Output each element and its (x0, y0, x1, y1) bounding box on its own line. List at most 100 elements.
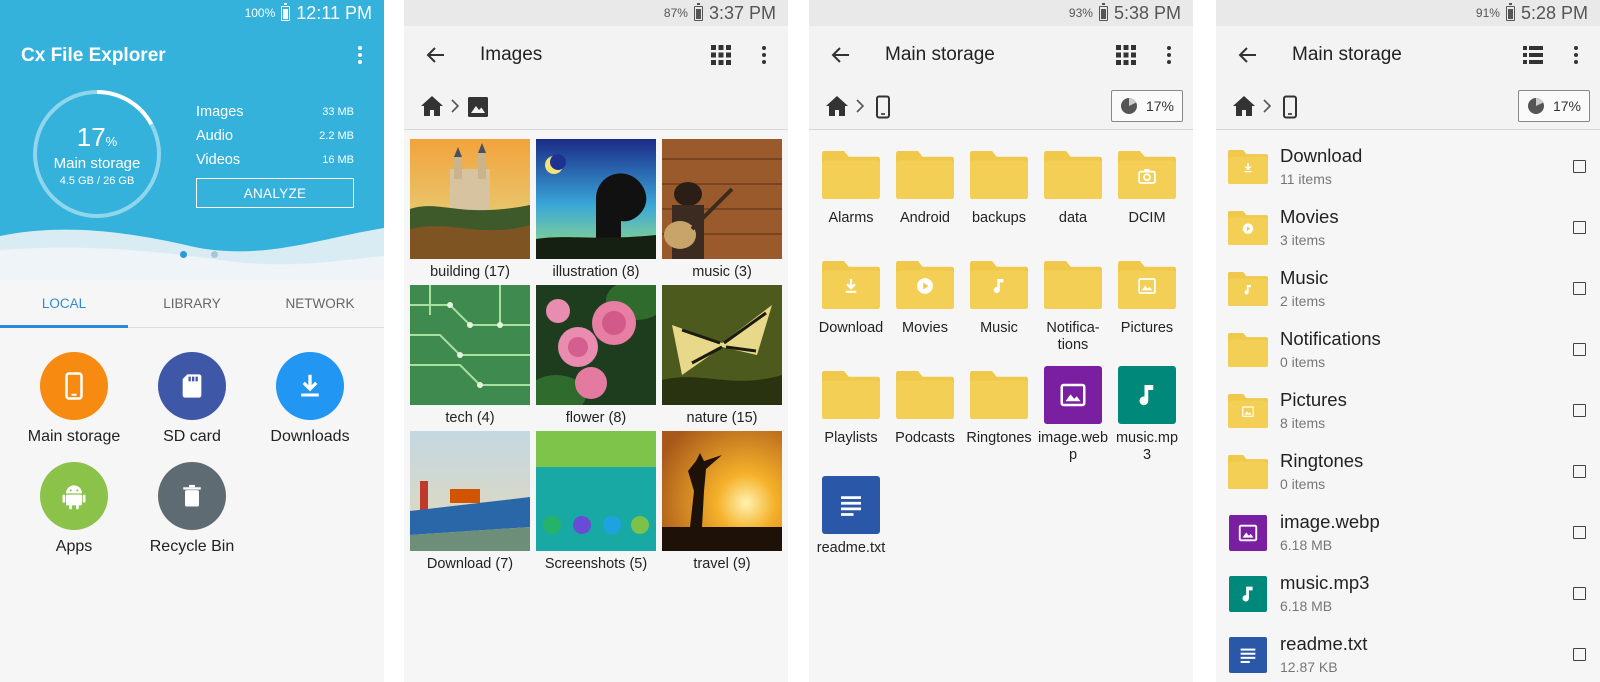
battery-charging-icon (1098, 2, 1108, 21)
analyze-button[interactable]: ANALYZE (196, 178, 354, 208)
album-tile[interactable]: nature (15) (662, 285, 782, 426)
usage-percent: 17% (1552, 98, 1582, 114)
home-icon[interactable] (825, 95, 849, 117)
folder-item[interactable]: Download (811, 256, 891, 337)
folder-icon (822, 146, 880, 204)
album-tile[interactable]: tech (4) (410, 285, 530, 426)
select-checkbox[interactable] (1573, 221, 1586, 234)
album-tile[interactable]: Screenshots (5) (536, 431, 656, 572)
page-dot[interactable] (211, 251, 218, 258)
folder-row[interactable]: Music 2 items (1216, 258, 1600, 319)
storage-usage-chip[interactable]: 17% (1111, 90, 1183, 122)
item-label: readme.txt (816, 540, 886, 556)
shortcut-sd-card[interactable]: SD card (127, 352, 257, 446)
image-icon[interactable] (466, 95, 490, 119)
folder-item[interactable]: Music (959, 256, 1039, 337)
album-caption: Download (7) (426, 556, 514, 572)
folder-item[interactable]: data (1033, 146, 1113, 227)
folder-row[interactable]: Download 11 items (1216, 136, 1600, 197)
item-label: Download (818, 320, 884, 336)
select-checkbox[interactable] (1573, 282, 1586, 295)
shortcut-label: Apps (55, 538, 93, 555)
folder-item[interactable]: backups (959, 146, 1039, 227)
storage-usage-chip[interactable]: 17% (1518, 90, 1590, 122)
phone-icon (40, 352, 108, 420)
tab-network[interactable]: NETWORK (256, 280, 384, 327)
back-arrow-icon[interactable] (829, 43, 853, 67)
select-checkbox[interactable] (1573, 648, 1586, 661)
back-arrow-icon[interactable] (424, 43, 448, 67)
storage-name: Main storage (53, 154, 141, 172)
album-tile[interactable]: music (3) (662, 139, 782, 280)
overflow-menu-icon[interactable] (754, 43, 774, 67)
file-item[interactable]: image.web p (1033, 366, 1113, 464)
album-tile[interactable]: building (17) (410, 139, 530, 280)
page-dot-active[interactable] (180, 251, 187, 258)
tab-local[interactable]: LOCAL (0, 280, 128, 328)
grid-view-icon[interactable] (1115, 44, 1137, 66)
album-tile[interactable]: travel (9) (662, 431, 782, 572)
overflow-menu-icon[interactable] (1159, 43, 1179, 67)
status-time: 5:38 PM (1113, 2, 1181, 23)
file-row[interactable]: image.webp 6.18 MB (1216, 502, 1600, 563)
overflow-menu-icon[interactable] (350, 43, 370, 67)
shortcut-downloads[interactable]: Downloads (245, 352, 375, 446)
item-label: backups (971, 210, 1026, 226)
item-label: data (1058, 210, 1088, 226)
android-icon (40, 462, 108, 530)
folder-icon (1118, 256, 1176, 314)
home-icon[interactable] (1232, 95, 1256, 117)
folder-icon (1228, 149, 1268, 185)
overflow-menu-icon[interactable] (1566, 43, 1586, 67)
app-title: Cx File Explorer (21, 45, 166, 66)
item-label: DCIM (1128, 210, 1166, 226)
select-checkbox[interactable] (1573, 404, 1586, 417)
folder-item[interactable]: DCIM (1107, 146, 1187, 227)
album-tile[interactable]: illustration (8) (536, 139, 656, 280)
folder-item[interactable]: Android (885, 146, 965, 227)
source-tabs: LOCAL LIBRARY NETWORK (0, 280, 384, 328)
shortcut-label: Main storage (27, 428, 121, 445)
list-view-icon[interactable] (1522, 44, 1544, 66)
select-checkbox[interactable] (1573, 465, 1586, 478)
folder-item[interactable]: Notifica- tions (1033, 256, 1113, 354)
tab-library[interactable]: LIBRARY (128, 280, 256, 327)
shortcut-main-storage[interactable]: Main storage (9, 352, 139, 446)
folder-icon (1228, 393, 1268, 429)
select-checkbox[interactable] (1573, 587, 1586, 600)
folder-item[interactable]: Podcasts (885, 366, 965, 447)
folder-item[interactable]: Ringtones (959, 366, 1039, 447)
status-bar: 91% 5:28 PM (1216, 0, 1600, 26)
folder-item[interactable]: Alarms (811, 146, 891, 227)
stat-row: Images 33 MB (196, 104, 354, 120)
image-icon (1228, 515, 1268, 551)
usage-percent: 17% (1145, 98, 1175, 114)
item-name: music.mp3 (1280, 572, 1370, 593)
file-item[interactable]: music.mp 3 (1107, 366, 1187, 464)
select-checkbox[interactable] (1573, 526, 1586, 539)
folder-item[interactable]: Playlists (811, 366, 891, 447)
music-note-icon (1118, 366, 1176, 424)
file-row[interactable]: music.mp3 6.18 MB (1216, 563, 1600, 624)
select-checkbox[interactable] (1573, 160, 1586, 173)
shortcut-apps[interactable]: Apps (9, 462, 139, 556)
file-row[interactable]: readme.txt 12.87 KB (1216, 624, 1600, 682)
folder-item[interactable]: Movies (885, 256, 965, 337)
select-checkbox[interactable] (1573, 343, 1586, 356)
album-tile[interactable]: Download (7) (410, 431, 530, 572)
grid-view-icon[interactable] (710, 44, 732, 66)
album-tile[interactable]: flower (8) (536, 285, 656, 426)
back-arrow-icon[interactable] (1236, 43, 1260, 67)
phone-icon[interactable] (1278, 95, 1302, 119)
folder-icon (896, 256, 954, 314)
file-item[interactable]: readme.txt (811, 476, 891, 557)
shortcut-label: Recycle Bin (149, 538, 235, 555)
shortcut-recycle-bin[interactable]: Recycle Bin (127, 462, 257, 556)
phone-icon[interactable] (871, 95, 895, 119)
folder-row[interactable]: Notifications 0 items (1216, 319, 1600, 380)
folder-row[interactable]: Ringtones 0 items (1216, 441, 1600, 502)
folder-row[interactable]: Movies 3 items (1216, 197, 1600, 258)
home-icon[interactable] (420, 95, 444, 117)
folder-item[interactable]: Pictures (1107, 256, 1187, 337)
folder-row[interactable]: Pictures 8 items (1216, 380, 1600, 441)
